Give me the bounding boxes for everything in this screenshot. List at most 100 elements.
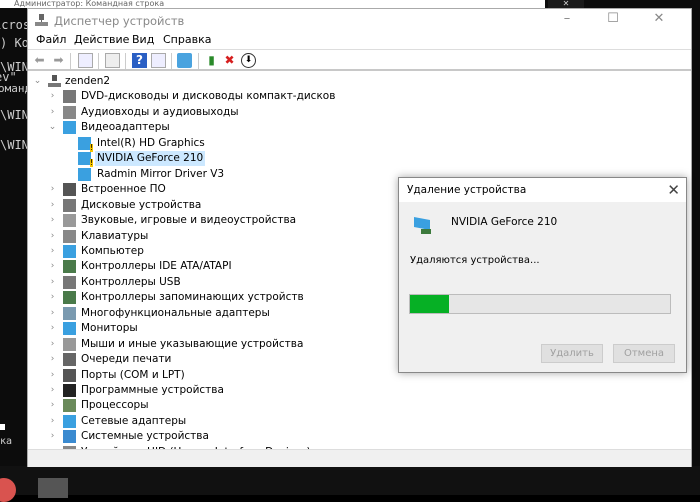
update-driver-icon[interactable]: ▮	[204, 53, 219, 68]
tree-item-label: Звуковые, игровые и видеоустройства	[81, 214, 297, 227]
chevron-right-icon[interactable]: ›	[48, 321, 57, 336]
uninstall-button[interactable]: Удалить	[541, 344, 603, 363]
computer-icon	[48, 75, 61, 87]
chevron-right-icon[interactable]: ›	[48, 352, 57, 367]
uninstall-device-dialog: Удаление устройства ✕ NVIDIA GeForce 210…	[398, 177, 687, 373]
chevron-right-icon[interactable]: ›	[48, 105, 57, 120]
window-title: Диспетчер устройств	[54, 14, 185, 28]
device-warning-icon: !	[78, 152, 93, 168]
dialog-title-bar: Удаление устройства ✕	[399, 178, 686, 202]
minimize-button[interactable]: –	[544, 9, 590, 31]
properties-icon[interactable]	[105, 53, 120, 68]
dialog-title: Удаление устройства	[407, 184, 527, 196]
monitor-icon[interactable]	[177, 53, 192, 68]
cancel-button[interactable]: Отмена	[613, 344, 675, 363]
chevron-right-icon[interactable]: ›	[48, 229, 57, 244]
device-icon	[63, 353, 76, 367]
chevron-right-icon[interactable]: ›	[48, 259, 57, 274]
console-line: \WIN	[0, 138, 29, 152]
chevron-right-icon[interactable]: ›	[48, 244, 57, 259]
maximize-button[interactable]: ☐	[590, 9, 636, 31]
chevron-right-icon[interactable]: ›	[48, 182, 57, 197]
device-icon	[63, 322, 76, 336]
device-icon	[63, 121, 76, 135]
tree-item-label: Видеоадаптеры	[81, 121, 170, 134]
chevron-right-icon[interactable]: ›	[48, 306, 57, 321]
enable-disable-icon[interactable]: ⬇	[241, 53, 256, 68]
menu-action[interactable]: Действие	[74, 33, 129, 46]
console-line: icros	[0, 18, 31, 32]
chevron-right-icon[interactable]: ›	[48, 414, 57, 429]
chevron-right-icon[interactable]: ›	[48, 398, 57, 413]
title-bar: Диспетчер устройств – ☐ ✕	[28, 9, 691, 33]
chevron-right-icon[interactable]: ›	[48, 290, 57, 305]
device-icon	[63, 384, 76, 397]
forward-icon[interactable]: ➡	[51, 53, 66, 68]
action-pane-icon[interactable]	[151, 53, 166, 68]
tree-item-label: Сетевые адаптеры	[81, 414, 187, 427]
tree-item-label: Контроллеры IDE ATA/ATAPI	[81, 260, 232, 273]
tree-item-label: Программные устройства	[81, 384, 224, 396]
menu-view[interactable]: Вид	[132, 33, 154, 46]
device-icon	[63, 368, 76, 382]
close-button[interactable]: ✕	[636, 9, 682, 31]
device-icon	[63, 90, 76, 104]
device-icon	[78, 167, 91, 181]
tree-item-label: Клавиатуры	[81, 229, 149, 242]
dialog-device-name: NVIDIA GeForce 210	[451, 216, 558, 228]
uninstall-icon[interactable]: ✖	[222, 53, 237, 68]
chevron-right-icon[interactable]: ›	[48, 383, 57, 398]
device-icon	[63, 306, 76, 320]
progress-bar	[409, 294, 671, 314]
chevron-right-icon[interactable]: ›	[48, 429, 57, 444]
device-icon	[63, 214, 76, 228]
chevron-right-icon[interactable]: ›	[48, 275, 57, 290]
help-icon[interactable]: ?	[132, 53, 147, 68]
device-icon	[63, 275, 76, 289]
chevron-down-icon[interactable]: ⌄	[33, 74, 42, 89]
chevron-right-icon[interactable]: ›	[48, 213, 57, 228]
tree-item-label: Аудиовходы и аудиовыходы	[81, 105, 239, 118]
taskbar	[0, 466, 700, 495]
device-icon	[63, 430, 76, 444]
device-icon	[63, 183, 76, 197]
tree-item-label: Мыши и иные указывающие устройства	[81, 337, 304, 350]
console-line: ка	[0, 436, 13, 447]
device-icon	[63, 260, 76, 274]
menu-file[interactable]: Файл	[36, 33, 66, 46]
tree-item-label: Radmin Mirror Driver V3	[97, 167, 225, 180]
status-bar	[28, 449, 691, 467]
toolbar: ⬅ ➡ ? ▮ ✖ ⬇	[28, 49, 691, 71]
tree-item-label: Контроллеры USB	[81, 275, 181, 288]
menu-bar: Файл Действие Вид Справка	[28, 33, 691, 49]
show-hide-console-tree-icon[interactable]	[78, 53, 93, 68]
chevron-right-icon[interactable]: ›	[48, 368, 57, 383]
device-icon	[63, 291, 76, 305]
tree-item-label: Intel(R) HD Graphics	[97, 136, 205, 149]
chevron-right-icon[interactable]: ›	[48, 198, 57, 213]
tree-item-label: Компьютер	[81, 244, 144, 257]
chevron-down-icon[interactable]: ⌄	[48, 120, 57, 135]
dialog-close-button[interactable]: ✕	[667, 181, 680, 199]
tree-item-label: Мониторы	[81, 322, 138, 335]
tree-item-label: DVD-дисководы и дисководы компакт-дисков	[81, 90, 336, 103]
display-adapter-icon	[414, 217, 431, 234]
back-icon[interactable]: ⬅	[32, 53, 47, 68]
menu-help[interactable]: Справка	[163, 33, 211, 46]
tree-item-label: NVIDIA GeForce 210	[95, 151, 206, 167]
console-title: Администратор: Командная строка	[0, 0, 545, 8]
console-close-icon[interactable]: ✕	[548, 0, 584, 8]
taskbar-thumbnail[interactable]	[38, 478, 68, 498]
chevron-right-icon[interactable]: ›	[48, 89, 57, 104]
device-icon	[63, 198, 76, 212]
device-icon	[63, 399, 76, 413]
device-warning-icon: !	[78, 136, 93, 152]
device-icon	[63, 414, 76, 428]
chevron-right-icon[interactable]: ›	[48, 337, 57, 352]
tree-item-label: Очереди печати	[81, 353, 172, 366]
device-icon	[63, 337, 76, 351]
console-cursor	[0, 424, 5, 430]
device-icon	[63, 105, 76, 119]
tree-item-label: Системные устройства	[81, 430, 209, 443]
device-icon	[63, 244, 76, 258]
